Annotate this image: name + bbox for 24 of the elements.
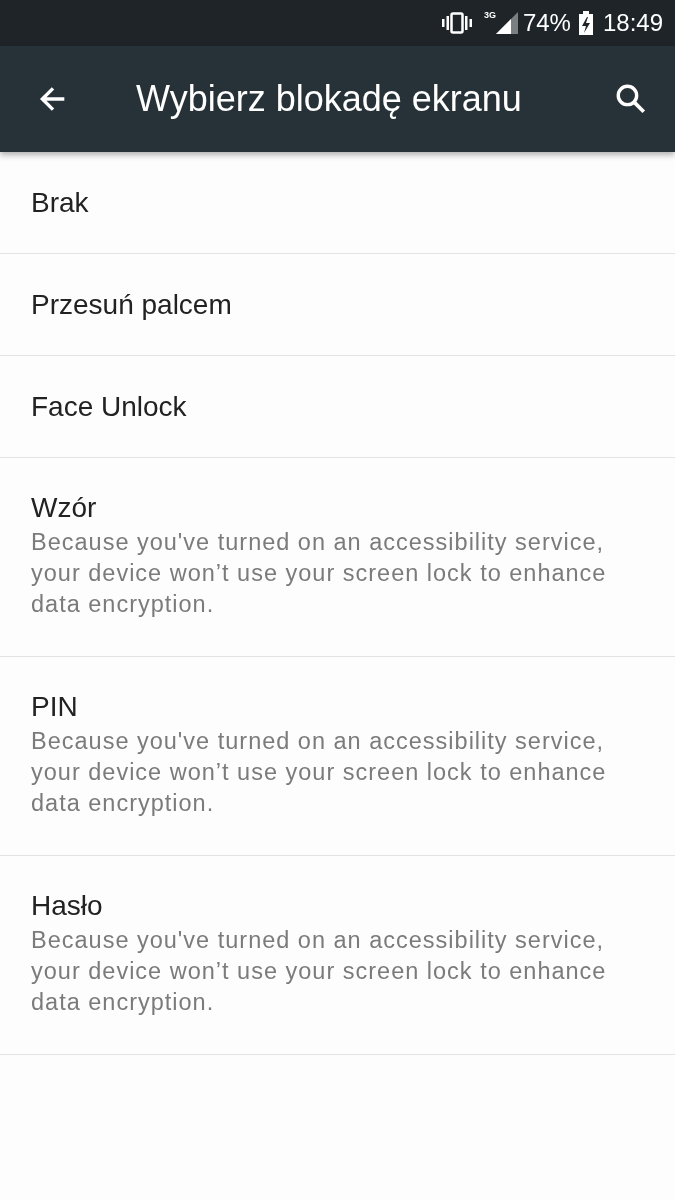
option-title: Brak (31, 185, 89, 220)
lock-option[interactable]: PIN Because you've turned on an accessibility service, your device won’t use your screen lock to enhance data encryption. (0, 657, 675, 856)
signal-icon (495, 12, 518, 34)
option-title: Face Unlock (31, 389, 187, 424)
lock-option[interactable]: Brak (0, 152, 675, 254)
option-summary: Because you've turned on an accessibility service, your device won’t use your screen lock to enhance data encryption. (31, 926, 608, 1017)
lock-option[interactable]: Face Unlock (0, 356, 675, 458)
lock-option[interactable]: Hasło Because you've turned on an accessibility service, your device won’t use your screen lock to enhance data encryption. (0, 856, 675, 1055)
option-summary: Because you've turned on an accessibility service, your device won’t use your screen lock to enhance data encryption. (31, 727, 608, 818)
lock-option[interactable]: Wzór Because you've turned on an accessibility service, your device won’t use your screen lock to enhance data encryption. (0, 458, 675, 657)
search-icon (614, 82, 648, 116)
option-title: Wzór (31, 491, 97, 525)
clock-time: 18:49 (602, 9, 663, 37)
option-title: PIN (31, 690, 78, 724)
battery-charging-icon (578, 11, 593, 35)
network-type-label: 3G (483, 10, 496, 20)
search-button[interactable] (614, 82, 648, 116)
option-title: Przesuń palcem (31, 287, 232, 322)
vibrate-icon (441, 12, 472, 34)
lock-option[interactable]: Przesuń palcem (0, 254, 675, 356)
screen-title: Wybierz blokadę ekranu (136, 78, 522, 120)
option-summary: Because you've turned on an accessibility service, your device won’t use your screen lock to enhance data encryption. (31, 528, 608, 619)
option-title: Hasło (31, 889, 103, 923)
battery-percent: 74% (522, 9, 571, 37)
